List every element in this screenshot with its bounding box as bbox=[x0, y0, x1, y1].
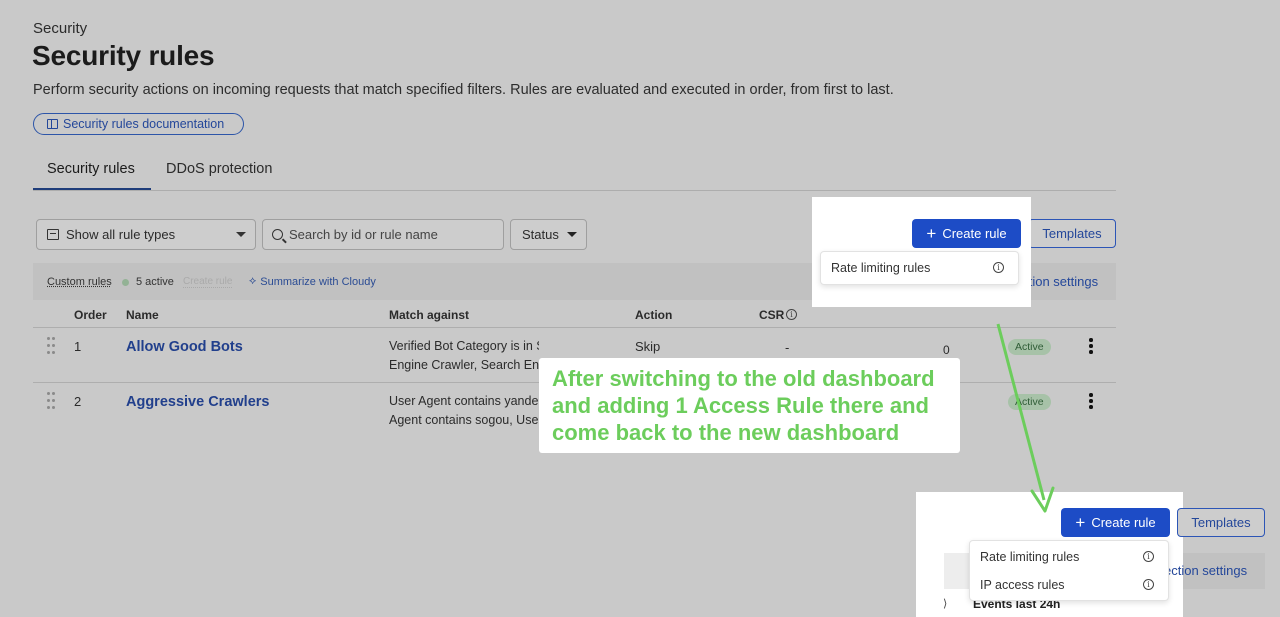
documentation-button-label: Security rules documentation bbox=[63, 117, 225, 131]
page-title: Security rules bbox=[32, 40, 215, 71]
search-input[interactable] bbox=[289, 227, 494, 242]
rule-match-line: Agent contains sogou, Use bbox=[389, 413, 539, 427]
rule-action: Skip bbox=[635, 339, 661, 354]
active-count: 5 active bbox=[136, 276, 174, 288]
summarize-label: Summarize with Cloudy bbox=[260, 275, 376, 288]
drag-handle-icon[interactable] bbox=[47, 337, 57, 355]
status-select[interactable]: Status bbox=[510, 219, 587, 250]
templates-button[interactable]: Templates bbox=[1028, 219, 1116, 248]
templates-button[interactable]: Templates bbox=[1177, 508, 1265, 537]
column-header-csr: CSR bbox=[759, 308, 785, 322]
create-rule-button[interactable]: + Create rule bbox=[912, 219, 1021, 248]
rule-name-link[interactable]: Allow Good Bots bbox=[126, 339, 243, 355]
book-icon bbox=[47, 119, 58, 129]
create-rule-label: Create rule bbox=[1091, 515, 1156, 530]
documentation-button[interactable]: Security rules documentation bbox=[33, 113, 244, 135]
menu-item-ip-access[interactable]: IP access rules bbox=[980, 578, 1065, 592]
chevron-down-icon bbox=[566, 232, 577, 237]
rule-csr: - bbox=[785, 340, 790, 355]
rule-types-value: Show all rule types bbox=[66, 227, 176, 242]
info-icon: i bbox=[1143, 551, 1154, 562]
page-description: Perform security actions on incoming req… bbox=[33, 82, 894, 98]
rule-order: 2 bbox=[74, 394, 82, 409]
search-icon bbox=[272, 229, 283, 240]
column-header-match: Match against bbox=[389, 308, 470, 322]
menu-item-rate-limiting[interactable]: Rate limiting rules bbox=[831, 261, 930, 275]
rule-match: User Agent contains yande Agent contains… bbox=[389, 392, 539, 430]
annotation-callout: After switching to the old dashboard and… bbox=[539, 358, 960, 453]
create-rule-button[interactable]: + Create rule bbox=[1061, 508, 1170, 537]
rule-match-line: User Agent contains yande bbox=[389, 394, 539, 408]
tab-bar: Security rules DDoS protection bbox=[33, 150, 1116, 191]
status-select-label: Status bbox=[522, 227, 559, 242]
chevron-down-icon bbox=[236, 232, 246, 237]
create-rule-link[interactable]: Create rule bbox=[183, 276, 233, 288]
divider bbox=[33, 327, 1116, 328]
more-options-icon[interactable] bbox=[1089, 393, 1093, 409]
active-dot-icon bbox=[122, 279, 129, 286]
info-icon: i bbox=[786, 309, 797, 320]
rule-match-line: Verified Bot Category is in Search bbox=[389, 339, 539, 353]
custom-rules-label[interactable]: Custom rules bbox=[47, 276, 112, 288]
column-header-name: Name bbox=[126, 308, 159, 322]
active-tab-indicator bbox=[33, 188, 151, 190]
create-rule-label: Create rule bbox=[942, 226, 1007, 241]
create-rule-menu: Rate limiting rules i bbox=[820, 251, 1019, 285]
rule-events-count: 0 bbox=[943, 343, 950, 357]
custom-rules-bar bbox=[944, 553, 969, 589]
menu-item-rate-limiting[interactable]: Rate limiting rules bbox=[980, 550, 1079, 564]
row-fragment: ⟩ bbox=[943, 598, 948, 610]
column-header-order: Order bbox=[74, 308, 107, 322]
plus-icon: + bbox=[1075, 513, 1086, 532]
rule-types-select[interactable]: Show all rule types bbox=[36, 219, 256, 250]
more-options-icon[interactable] bbox=[1089, 338, 1093, 354]
rule-match: Verified Bot Category is in Search Engin… bbox=[389, 337, 539, 375]
status-badge: Active bbox=[1008, 339, 1051, 355]
rule-match-line: Engine Crawler, Search Eng bbox=[389, 358, 539, 372]
plus-icon: + bbox=[926, 224, 937, 243]
detection-settings-link[interactable]: ection settings bbox=[1164, 563, 1247, 578]
status-badge: Active bbox=[1008, 394, 1051, 410]
create-rule-menu: Rate limiting rules i IP access rules i bbox=[969, 540, 1169, 601]
filter-icon bbox=[47, 229, 59, 240]
info-icon: i bbox=[1143, 579, 1154, 590]
column-header-action: Action bbox=[635, 308, 673, 322]
tab-security-rules[interactable]: Security rules bbox=[47, 161, 135, 177]
breadcrumb: Security bbox=[33, 20, 88, 37]
drag-handle-icon[interactable] bbox=[47, 392, 57, 410]
rule-name-link[interactable]: Aggressive Crawlers bbox=[126, 394, 269, 410]
tab-ddos-protection[interactable]: DDoS protection bbox=[166, 161, 272, 177]
rule-order: 1 bbox=[74, 339, 82, 354]
summarize-with-cloudy-link[interactable]: ⟡ Summarize with Cloudy bbox=[249, 275, 376, 288]
search-field[interactable] bbox=[262, 219, 504, 250]
info-icon: i bbox=[993, 262, 1004, 273]
sparkle-icon: ⟡ bbox=[249, 275, 257, 287]
